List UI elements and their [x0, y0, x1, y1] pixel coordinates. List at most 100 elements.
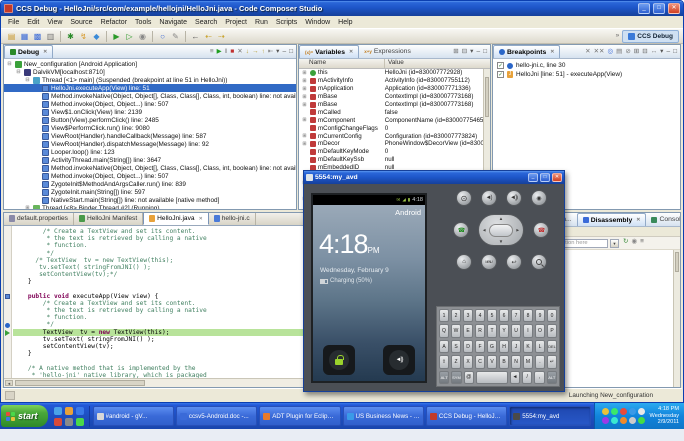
tree-expander[interactable]: ⊞: [301, 117, 308, 123]
debug-tree-row[interactable]: ZygoteInit.main(String[]) line: 597: [4, 188, 296, 196]
debug-tree-row[interactable]: View$PerformClick.run() line: 9080: [4, 124, 296, 132]
perspective-overflow-icon[interactable]: »: [616, 32, 620, 40]
step-into-icon[interactable]: ↓: [246, 48, 249, 56]
emulator-maximize-button[interactable]: □: [540, 173, 550, 182]
run-icon[interactable]: ▷: [123, 30, 136, 43]
view-menu-icon[interactable]: ▾: [276, 48, 279, 56]
emulator-close-button[interactable]: ✕: [552, 173, 562, 182]
kbd-key[interactable]: 8: [523, 309, 533, 323]
kbd-key[interactable]: A: [439, 339, 449, 354]
variable-row[interactable]: mDefaultKeySsb null: [299, 156, 483, 164]
kbd-key[interactable]: 0: [547, 309, 557, 323]
breakpoint-checkbox[interactable]: ✓: [497, 62, 504, 69]
debug-tree-row[interactable]: ZygoteInit$MethodAndArgsCaller.run() lin…: [4, 180, 296, 188]
debug-tree-row[interactable]: NativeStart.main(String[]) line: not ava…: [4, 196, 296, 204]
debug-tree-row[interactable]: Method.invoke(Object, Object...) line: 5…: [4, 100, 296, 108]
tray-icon[interactable]: [611, 417, 619, 424]
editor-tab-default-properties[interactable]: default.properties: [4, 213, 74, 225]
debug-tree-row[interactable]: ⊟ DalvikVM[localhost:8710]: [4, 68, 296, 76]
taskbar-task[interactable]: CCS Debug - HelloJni...: [425, 406, 508, 426]
quick-launch-icon[interactable]: [64, 417, 73, 426]
refresh-icon[interactable]: ↻: [623, 238, 628, 246]
tray-icon[interactable]: [638, 417, 646, 424]
kbd-key[interactable]: ↵: [547, 355, 557, 369]
flash-icon[interactable]: ↯: [77, 30, 90, 43]
new-target-icon[interactable]: ◆: [90, 30, 103, 43]
toggle-mark-icon[interactable]: ✎: [169, 30, 182, 43]
kbd-key[interactable]: 2: [451, 309, 461, 323]
emulator-minimize-button[interactable]: _: [528, 173, 538, 182]
kbd-key[interactable]: W: [451, 324, 461, 338]
start-button[interactable]: start: [1, 405, 48, 427]
debug-bug-icon[interactable]: ✱: [64, 30, 77, 43]
dpad-left-icon[interactable]: ◄: [482, 228, 486, 233]
minimize-icon[interactable]: –: [666, 48, 670, 56]
taskbar-task[interactable]: ADT Plugin for Eclipse...: [259, 406, 341, 426]
suspend-icon[interactable]: ‖: [225, 48, 228, 56]
back-icon[interactable]: ⇠: [202, 30, 215, 43]
sound-button[interactable]: ◄)): [389, 350, 409, 370]
kbd-key[interactable]: 1: [439, 309, 449, 323]
variable-row[interactable]: ⊞ this HelloJni (id=830007772928): [299, 69, 483, 77]
save-all-icon[interactable]: ▩: [31, 30, 44, 43]
debug-tree-row[interactable]: ⊟ Thread [<1> main] (Suspended (breakpoin…: [4, 76, 296, 84]
kbd-key[interactable]: Z: [451, 355, 461, 369]
debug-tree-row[interactable]: Method.invoke(Object, Object...) line: 5…: [4, 172, 296, 180]
kbd-key[interactable]: C: [475, 355, 485, 369]
close-icon[interactable]: ✕: [550, 49, 554, 55]
remove-icon[interactable]: ✕: [585, 48, 590, 56]
back-button[interactable]: ↩: [505, 254, 522, 270]
kbd-key[interactable]: S: [451, 339, 461, 354]
scroll-left-arrow[interactable]: ◄: [5, 380, 13, 386]
breakpoint-item[interactable]: ✓ hello-jni.c, line 30: [493, 61, 680, 70]
resize-grip[interactable]: [658, 391, 666, 399]
kbd-key[interactable]: K: [523, 339, 533, 354]
show-matching-icon[interactable]: ◎: [607, 48, 613, 56]
collapse-all-icon[interactable]: ⊟: [462, 48, 467, 56]
menu-help[interactable]: Help: [334, 19, 356, 26]
debug-tree-row[interactable]: Button(View).performClick() line: 2485: [4, 116, 296, 124]
tree-expander[interactable]: ⊞: [301, 94, 308, 100]
print-icon[interactable]: ▥: [44, 30, 57, 43]
kbd-key[interactable]: 9: [535, 309, 545, 323]
kbd-key[interactable]: D: [463, 339, 473, 354]
debug-tree-row[interactable]: ⊞ Thread [<8> Binder Thread #2] (Running): [4, 204, 296, 209]
debug-tree-row[interactable]: ⊟ New_configuration [Android Application]: [4, 60, 296, 68]
minimize-icon[interactable]: –: [476, 48, 480, 56]
tray-icon[interactable]: [602, 417, 610, 424]
tray-icon[interactable]: [620, 408, 628, 415]
disassembly-scrollbar[interactable]: [673, 250, 680, 387]
menu-tools[interactable]: Tools: [131, 19, 155, 26]
kbd-key[interactable]: @: [463, 370, 474, 385]
taskbar-task[interactable]: ccsv5-Android.doc -...: [175, 406, 258, 426]
tray-icon[interactable]: [638, 408, 646, 415]
breakpoint-checkbox[interactable]: ✓: [497, 71, 504, 78]
location-dropdown-icon[interactable]: ▼: [610, 238, 619, 248]
call-button[interactable]: ☎: [453, 222, 469, 238]
maximize-icon[interactable]: □: [483, 48, 487, 56]
tree-expander[interactable]: ⊞: [301, 86, 308, 92]
new-icon[interactable]: ▤: [5, 30, 18, 43]
menu-navigate[interactable]: Navigate: [155, 19, 191, 26]
maximize-button[interactable]: □: [653, 3, 665, 14]
kbd-key[interactable]: O: [535, 324, 545, 338]
go-to-file-icon[interactable]: ▤: [616, 48, 622, 56]
maximize-icon[interactable]: □: [673, 48, 677, 56]
editor-gutter[interactable]: [4, 226, 12, 378]
variable-row[interactable]: ⊞ mApplication Application (id=83000777133…: [299, 85, 483, 93]
kbd-key[interactable]: M: [523, 355, 533, 369]
tray-icon[interactable]: [629, 408, 637, 415]
tab-expressions[interactable]: x+y Expressions: [359, 45, 416, 58]
tray-clock[interactable]: 4:18 PM Wednesday 2/9/2011: [650, 406, 679, 426]
scrollbar-thumb[interactable]: [485, 77, 489, 117]
drop-to-frame-icon[interactable]: ⇤: [268, 48, 273, 56]
close-icon[interactable]: ✕: [43, 49, 47, 55]
tree-expander[interactable]: ⊞: [301, 102, 308, 108]
menu-edit[interactable]: Edit: [23, 19, 43, 26]
quick-launch-icon[interactable]: [53, 417, 62, 426]
close-icon[interactable]: ✕: [349, 49, 353, 55]
kbd-key[interactable]: /: [522, 370, 533, 385]
tree-expander[interactable]: ⊟: [24, 77, 31, 83]
kbd-key[interactable]: 7: [511, 309, 521, 323]
key-space[interactable]: [475, 370, 508, 385]
